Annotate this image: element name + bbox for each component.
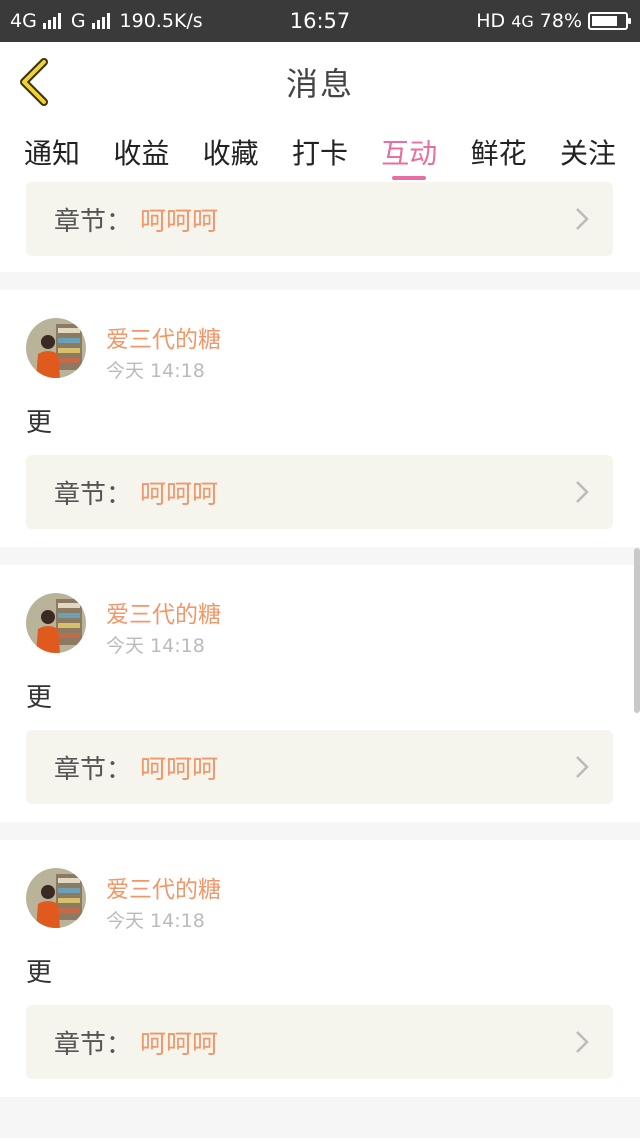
- screen: 4G G 190.5K/s 16:57 HD 4G 78% 消息 通知 收益 收…: [0, 0, 640, 1138]
- chapter-name: 呵呵呵: [140, 479, 219, 510]
- chapter-link[interactable]: 章节： 呵呵呵: [26, 182, 613, 256]
- tab-label: 关注: [559, 137, 616, 170]
- tab-earnings[interactable]: 收益: [97, 122, 185, 182]
- tab-following[interactable]: 关注: [544, 122, 632, 182]
- chapter-name: 呵呵呵: [140, 1029, 219, 1060]
- tab-label: 通知: [23, 137, 80, 170]
- chevron-right-icon: [576, 1031, 589, 1053]
- back-button[interactable]: [14, 56, 58, 108]
- battery-percent: 78%: [539, 10, 582, 32]
- chapter-link[interactable]: 章节： 呵呵呵: [26, 1005, 613, 1079]
- hd-label: HD: [476, 10, 506, 32]
- tab-label: 收藏: [202, 137, 259, 170]
- avatar[interactable]: [26, 318, 86, 378]
- comment-text: 更: [26, 958, 53, 988]
- chevron-left-icon: [20, 58, 48, 106]
- active-tab-indicator: [392, 176, 427, 180]
- timestamp: 今天 14:18: [106, 360, 205, 382]
- message-card-partial: 章节： 呵呵呵: [0, 182, 640, 272]
- username[interactable]: 爱三代的糖: [106, 870, 221, 904]
- message-card: 爱三代的糖 今天 14:18 更 章节： 呵呵呵: [0, 565, 640, 822]
- chevron-right-icon: [576, 481, 589, 503]
- timestamp: 今天 14:18: [106, 635, 205, 657]
- avatar[interactable]: [26, 593, 86, 653]
- tab-label: 互动: [381, 137, 438, 170]
- avatar-image: [26, 318, 86, 378]
- tab-checkin[interactable]: 打卡: [276, 122, 364, 182]
- tab-flowers[interactable]: 鲜花: [455, 122, 543, 182]
- tab-notifications[interactable]: 通知: [8, 122, 96, 182]
- chapter-label: 章节：: [54, 479, 133, 510]
- tab-label: 收益: [113, 137, 170, 170]
- chevron-right-icon: [576, 756, 589, 778]
- status-bar: 4G G 190.5K/s 16:57 HD 4G 78%: [0, 0, 640, 42]
- timestamp: 今天 14:18: [106, 910, 205, 932]
- tab-bar: 通知 收益 收藏 打卡 互动 鲜花 关注: [0, 122, 640, 182]
- comment-text: 更: [26, 683, 53, 713]
- username[interactable]: 爱三代的糖: [106, 595, 221, 629]
- scrollbar[interactable]: [634, 548, 640, 713]
- chapter-link[interactable]: 章节： 呵呵呵: [26, 455, 613, 529]
- chapter-label: 章节：: [54, 206, 133, 237]
- message-card: 爱三代的糖 今天 14:18 更 章节： 呵呵呵: [0, 840, 640, 1097]
- comment-text: 更: [26, 408, 53, 438]
- tab-label: 打卡: [291, 137, 348, 170]
- chapter-name: 呵呵呵: [140, 206, 219, 237]
- username[interactable]: 爱三代的糖: [106, 320, 221, 354]
- page-title: 消息: [285, 65, 354, 103]
- avatar[interactable]: [26, 868, 86, 928]
- message-list[interactable]: 章节： 呵呵呵 爱三代的糖 今天 14:18 更 章节： 呵呵呵 爱三代的糖 今…: [0, 182, 640, 1138]
- avatar-image: [26, 593, 86, 653]
- chevron-right-icon: [576, 208, 589, 230]
- status-right: HD 4G 78%: [476, 0, 631, 42]
- network-label-3: 4G: [511, 11, 534, 31]
- tab-interactions[interactable]: 互动: [365, 122, 453, 182]
- battery-icon: [588, 12, 631, 30]
- chapter-label: 章节：: [54, 754, 133, 785]
- battery-level: [592, 16, 617, 26]
- tab-label: 鲜花: [470, 137, 527, 170]
- chapter-link[interactable]: 章节： 呵呵呵: [26, 730, 613, 804]
- chapter-label: 章节：: [54, 1029, 133, 1060]
- message-card: 爱三代的糖 今天 14:18 更 章节： 呵呵呵: [0, 290, 640, 547]
- avatar-image: [26, 868, 86, 928]
- chapter-name: 呵呵呵: [140, 754, 219, 785]
- tab-favorites[interactable]: 收藏: [187, 122, 275, 182]
- title-bar: 消息: [0, 42, 640, 123]
